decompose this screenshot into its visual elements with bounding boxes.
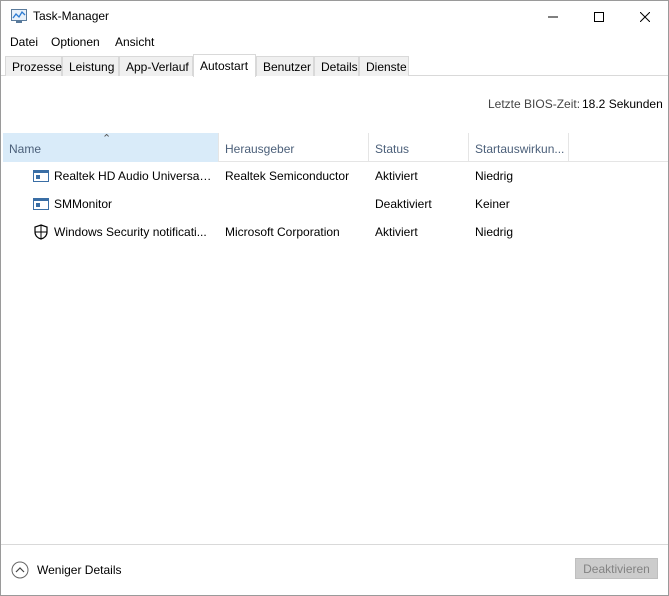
task-manager-icon xyxy=(11,9,27,23)
footer-bar: Weniger Details Deaktivieren xyxy=(1,544,668,595)
column-header-impact[interactable]: Startauswirkun... xyxy=(469,133,569,162)
row-name: Windows Security notificati... xyxy=(54,225,207,239)
deactivate-button[interactable]: Deaktivieren xyxy=(575,558,658,579)
row-publisher: Realtek Semiconductor xyxy=(225,169,350,183)
column-header-name[interactable]: ⌃ Name xyxy=(3,133,219,162)
menu-item-datei[interactable]: Datei xyxy=(10,35,38,49)
row-name: SMMonitor xyxy=(54,197,113,211)
row-impact: Niedrig xyxy=(475,169,514,183)
column-header-status-label: Status xyxy=(375,142,410,156)
minimize-button[interactable] xyxy=(530,1,576,32)
tab-prozesse[interactable]: Prozesse xyxy=(5,56,62,76)
menu-item-optionen[interactable]: Optionen xyxy=(51,35,100,49)
menu-item-ansicht[interactable]: Ansicht xyxy=(115,35,154,49)
tab-details[interactable]: Details xyxy=(314,56,359,76)
row-name: Realtek HD Audio Universal ... xyxy=(54,169,214,183)
tab-dienste[interactable]: Dienste xyxy=(359,56,409,76)
app-window-icon xyxy=(33,196,49,212)
close-button[interactable] xyxy=(622,1,668,32)
app-window-icon xyxy=(33,168,49,184)
maximize-icon xyxy=(594,11,604,22)
menu-bar: Datei Optionen Ansicht xyxy=(1,32,668,54)
column-header-impact-label: Startauswirkun... xyxy=(475,142,565,156)
tab-app-verlauf[interactable]: App-Verlauf xyxy=(119,56,193,76)
bios-time-value: 18.2 Sekunden xyxy=(582,97,663,111)
title-bar[interactable]: Task-Manager xyxy=(1,1,668,32)
row-impact: Niedrig xyxy=(475,225,514,239)
row-status: Deaktiviert xyxy=(375,197,432,211)
shield-icon xyxy=(33,224,49,240)
bios-time-label: Letzte BIOS-Zeit: xyxy=(488,97,581,111)
chevron-up-circle-icon[interactable] xyxy=(11,561,29,579)
tab-leistung[interactable]: Leistung xyxy=(62,56,119,76)
maximize-button[interactable] xyxy=(576,1,622,32)
table-row[interactable]: Windows Security notificati... Microsoft… xyxy=(3,218,668,246)
tab-bar: Prozesse Leistung App-Verlauf Autostart … xyxy=(1,54,668,77)
task-manager-window: Task-Manager Datei Optionen Ansicht Proz… xyxy=(0,0,669,596)
row-impact: Keiner xyxy=(475,197,510,211)
column-header-status[interactable]: Status xyxy=(369,133,469,162)
row-status: Aktiviert xyxy=(375,169,418,183)
row-status: Aktiviert xyxy=(375,225,418,239)
sort-ascending-icon: ⌃ xyxy=(102,133,112,145)
tab-autostart[interactable]: Autostart xyxy=(193,54,256,77)
tab-benutzer[interactable]: Benutzer xyxy=(256,56,314,76)
row-publisher: Microsoft Corporation xyxy=(225,225,340,239)
column-header-publisher[interactable]: Herausgeber xyxy=(219,133,369,162)
fewer-details-link[interactable]: Weniger Details xyxy=(37,563,121,577)
table-header: ⌃ Name Herausgeber Status Startauswirkun… xyxy=(3,133,668,162)
table-row[interactable]: SMMonitor Deaktiviert Keiner xyxy=(3,190,668,218)
minimize-icon xyxy=(548,16,558,17)
column-header-name-label: Name xyxy=(9,142,42,156)
close-icon xyxy=(640,11,650,22)
window-title: Task-Manager xyxy=(33,9,110,23)
column-header-publisher-label: Herausgeber xyxy=(225,142,295,156)
table-row[interactable]: Realtek HD Audio Universal ... Realtek S… xyxy=(3,162,668,190)
